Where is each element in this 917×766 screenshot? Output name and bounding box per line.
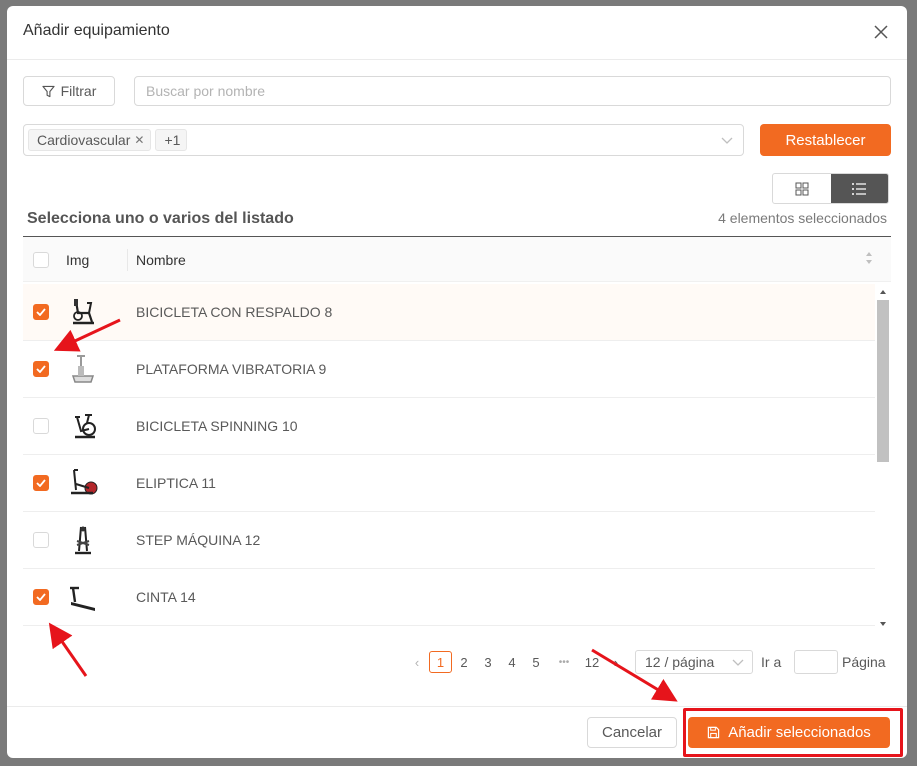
close-button[interactable] bbox=[867, 18, 895, 46]
scroll-down-icon[interactable] bbox=[875, 618, 891, 630]
row-name: BICICLETA SPINNING 10 bbox=[136, 418, 298, 434]
search-input[interactable] bbox=[134, 76, 891, 106]
page-2[interactable]: 2 bbox=[452, 655, 476, 670]
chevron-down-icon bbox=[721, 137, 733, 144]
scroll-up-icon[interactable] bbox=[875, 286, 891, 298]
check-icon bbox=[36, 365, 46, 373]
check-icon bbox=[36, 593, 46, 601]
page-last[interactable]: 12 bbox=[580, 655, 604, 670]
filter-label: Filtrar bbox=[60, 83, 97, 99]
modal-header: Añadir equipamiento bbox=[7, 6, 907, 60]
view-toggle bbox=[772, 173, 889, 204]
add-selected-button[interactable]: Añadir seleccionados bbox=[688, 717, 890, 748]
reset-button[interactable]: Restablecer bbox=[760, 124, 891, 156]
check-icon bbox=[36, 308, 46, 316]
grid-view-button[interactable] bbox=[773, 174, 831, 203]
list-icon bbox=[852, 182, 867, 195]
table-row[interactable]: CINTA 14 bbox=[23, 569, 875, 626]
table-row[interactable]: PLATAFORMA VIBRATORIA 9 bbox=[23, 341, 875, 398]
pagina-label: Página bbox=[842, 654, 886, 670]
page-3[interactable]: 3 bbox=[476, 655, 500, 670]
cancel-button[interactable]: Cancelar bbox=[587, 717, 677, 748]
pagination: ‹ 1 2 3 4 5 ••• 12 › bbox=[405, 650, 628, 674]
list-view-button[interactable] bbox=[830, 174, 888, 203]
add-equipment-modal: Añadir equipamiento Filtrar Cardiovascul… bbox=[7, 6, 907, 758]
close-icon bbox=[874, 25, 888, 39]
column-header-img: Img bbox=[66, 252, 90, 268]
sort-icon[interactable] bbox=[865, 251, 873, 265]
scrollbar-thumb[interactable] bbox=[877, 300, 889, 462]
more-tags-badge: +1 bbox=[155, 129, 188, 151]
section-title: Selecciona uno o varios del listado bbox=[27, 210, 294, 227]
goto-page-input[interactable] bbox=[794, 650, 838, 674]
save-icon bbox=[707, 726, 720, 739]
row-checkbox[interactable] bbox=[33, 304, 49, 320]
category-tag: Cardiovascular ✕ bbox=[28, 129, 152, 151]
spinning-bike-icon bbox=[75, 414, 96, 439]
vibration-platform-icon bbox=[71, 355, 95, 383]
modal-title: Añadir equipamiento bbox=[23, 22, 170, 39]
row-name: ELIPTICA 11 bbox=[136, 475, 216, 491]
table-scrollbar[interactable] bbox=[875, 284, 891, 632]
goto-label: Ir a bbox=[761, 654, 782, 670]
page-1[interactable]: 1 bbox=[429, 651, 452, 673]
recumbent-bike-icon bbox=[73, 299, 94, 325]
table-row[interactable]: BICICLETA CON RESPALDO 8 bbox=[23, 284, 875, 341]
row-name: STEP MÁQUINA 12 bbox=[136, 532, 261, 548]
table-header: Img Nombre bbox=[23, 236, 891, 282]
select-all-checkbox[interactable] bbox=[33, 252, 49, 268]
row-checkbox[interactable] bbox=[33, 589, 49, 605]
remove-tag-icon[interactable]: ✕ bbox=[134, 133, 144, 147]
page-size-select[interactable]: 12 / página bbox=[635, 650, 753, 674]
row-name: BICICLETA CON RESPALDO 8 bbox=[136, 304, 333, 320]
add-selected-label: Añadir seleccionados bbox=[728, 724, 871, 741]
next-page-icon[interactable]: › bbox=[604, 655, 628, 670]
page-size-value: 12 / página bbox=[645, 654, 715, 670]
grid-icon bbox=[795, 182, 809, 195]
page-4[interactable]: 4 bbox=[500, 655, 524, 670]
selected-count: 4 elementos seleccionados bbox=[718, 210, 887, 226]
elliptical-icon bbox=[71, 469, 98, 495]
row-checkbox[interactable] bbox=[33, 418, 49, 434]
row-checkbox[interactable] bbox=[33, 361, 49, 377]
column-divider bbox=[127, 249, 128, 271]
table-body: BICICLETA CON RESPALDO 8 PLATAFORMA VIBR… bbox=[23, 284, 875, 626]
filter-button[interactable]: Filtrar bbox=[23, 76, 115, 106]
chevron-down-icon bbox=[732, 659, 744, 666]
row-name: CINTA 14 bbox=[136, 589, 196, 605]
more-tags-label: +1 bbox=[164, 132, 181, 148]
tag-label: Cardiovascular bbox=[37, 132, 131, 148]
category-multiselect[interactable]: Cardiovascular ✕ +1 bbox=[23, 124, 744, 156]
table-row[interactable]: STEP MÁQUINA 12 bbox=[23, 512, 875, 569]
filter-icon bbox=[41, 85, 55, 97]
prev-page-icon[interactable]: ‹ bbox=[405, 655, 429, 670]
table-row[interactable]: BICICLETA SPINNING 10 bbox=[23, 398, 875, 455]
row-name: PLATAFORMA VIBRATORIA 9 bbox=[136, 361, 327, 377]
treadmill-icon bbox=[70, 586, 95, 611]
table-row[interactable]: ELIPTICA 11 bbox=[23, 455, 875, 512]
page-ellipsis[interactable]: ••• bbox=[548, 657, 580, 668]
row-checkbox[interactable] bbox=[33, 475, 49, 491]
page-5[interactable]: 5 bbox=[524, 655, 548, 670]
stepper-icon bbox=[75, 526, 91, 555]
row-checkbox[interactable] bbox=[33, 532, 49, 548]
column-header-name[interactable]: Nombre bbox=[136, 252, 186, 268]
check-icon bbox=[36, 479, 46, 487]
